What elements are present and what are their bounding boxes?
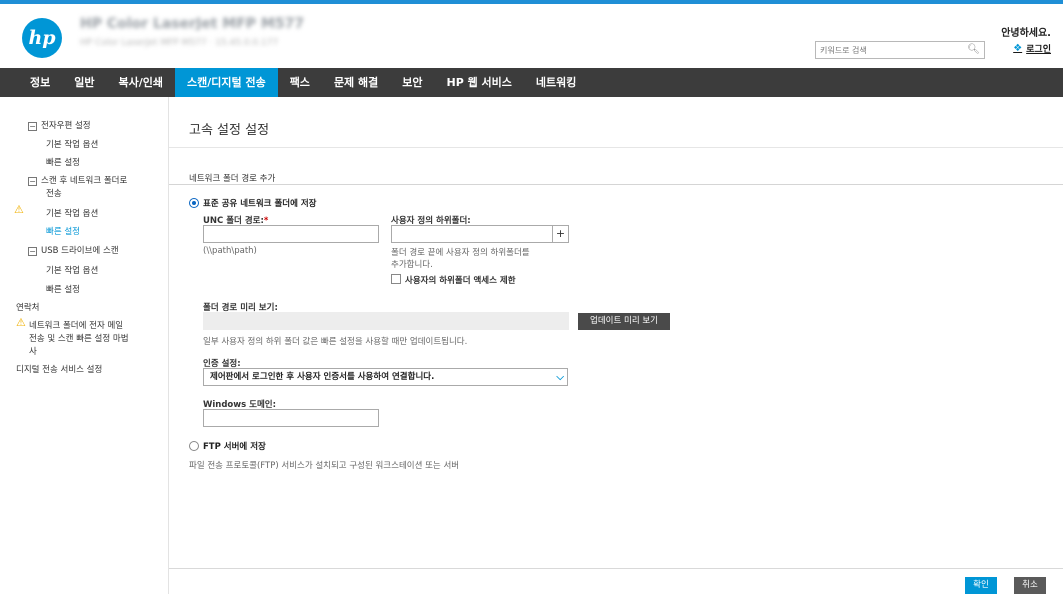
warning-icon: ⚠ (14, 203, 24, 216)
sidebar: − 전자우편 설정 기본 작업 옵션 빠른 설정 − 스캔 후 네트워크 폴더로 전… (0, 97, 165, 594)
section-divider (169, 184, 1063, 185)
collapse-icon[interactable]: − (28, 177, 37, 186)
nav-security[interactable]: 보안 (390, 68, 434, 97)
custom-subfolder-hint-2: 추가합니다. (391, 260, 433, 270)
collapse-icon[interactable]: − (28, 122, 37, 131)
login-icon: ❖ (1013, 43, 1023, 54)
warning-icon: ⚠ (16, 316, 26, 329)
nav-networking[interactable]: 네트워킹 (524, 68, 588, 97)
header: hp HP Color LaserJet MFP M577 HP Color L… (0, 4, 1063, 68)
sidebar-item-wizard-line3: 사 (29, 347, 37, 357)
section-header: 네트워크 폴더 경로 추가 (189, 174, 276, 184)
main-panel: 고속 설정 설정 네트워크 폴더 경로 추가 표준 공유 네트워크 폴더에 저장… (169, 97, 1063, 594)
footer-divider (169, 568, 1063, 569)
sidebar-item-digital-sending-service[interactable]: 디지털 전송 서비스 설정 (16, 363, 102, 375)
sidebar-item-usb-default-options[interactable]: 기본 작업 옵션 (46, 264, 98, 276)
sidebar-item-email-default-options[interactable]: 기본 작업 옵션 (46, 138, 98, 150)
sidebar-item-folder-quick-sets[interactable]: 빠른 설정 (46, 225, 80, 237)
auth-settings-value: 제어판에서 로그인한 후 사용자 인증서를 사용하여 연결합니다. (210, 372, 435, 382)
cancel-button[interactable]: 취소 (1014, 577, 1046, 594)
hp-logo[interactable]: hp (22, 18, 62, 58)
sidebar-item-scan-to-network-folder[interactable]: − 스캔 후 네트워크 폴더로 (28, 174, 127, 186)
login-label: 로그인 (1026, 45, 1051, 55)
restrict-subfolder-checkbox[interactable] (391, 274, 401, 284)
sidebar-item-wizard-line2: 전송 및 스캔 빠른 설정 마법 (29, 334, 129, 344)
sidebar-item-label: USB 드라이브에 스캔 (41, 246, 119, 256)
preview-note: 일부 사용자 정의 하위 폴더 값은 빠른 설정을 사용할 때만 업데이트됩니다… (203, 337, 468, 347)
nav-hp-web-services[interactable]: HP 웹 서비스 (435, 68, 524, 97)
sidebar-item-folder-default-options[interactable]: 기본 작업 옵션 (46, 207, 98, 219)
sidebar-item-contacts[interactable]: 연락처 (16, 301, 39, 313)
sidebar-item-usb-quick-sets[interactable]: 빠른 설정 (46, 283, 80, 295)
sidebar-item-scan-to-usb[interactable]: − USB 드라이브에 스캔 (28, 244, 119, 256)
collapse-icon[interactable]: − (28, 247, 37, 256)
chevron-down-icon: ⌵ (556, 372, 564, 383)
nav-info[interactable]: 정보 (30, 68, 62, 97)
title-divider (169, 147, 1063, 148)
device-title: HP Color LaserJet MFP M577 (80, 16, 305, 30)
ok-button[interactable]: 확인 (965, 577, 997, 594)
option-standard-label: 표준 공유 네트워크 폴더에 저장 (203, 199, 317, 209)
page-title: 고속 설정 설정 (189, 123, 270, 138)
sidebar-item-wizard[interactable]: 네트워크 폴더에 전자 메일 (29, 319, 123, 331)
update-preview-button[interactable]: 업데이트 미리 보기 (578, 313, 670, 330)
radio-ftp[interactable] (189, 441, 199, 451)
option-ftp-server[interactable]: FTP 서버에 저장 (189, 440, 266, 452)
radio-standard-selected[interactable] (189, 198, 199, 208)
add-subfolder-button[interactable]: + (552, 225, 569, 243)
nav-troubleshooting[interactable]: 문제 해결 (322, 68, 390, 97)
option-ftp-label: FTP 서버에 저장 (203, 442, 266, 452)
auth-settings-select[interactable]: 제어판에서 로그인한 후 사용자 인증서를 사용하여 연결합니다. ⌵ (203, 368, 568, 386)
unc-path-hint: (\\path\path) (203, 246, 257, 256)
sidebar-item-label: 전자우편 설정 (41, 121, 91, 131)
search-input[interactable] (816, 42, 961, 58)
sidebar-item-label: 스캔 후 네트워크 폴더로 (41, 176, 128, 186)
nav-copy-print[interactable]: 복사/인쇄 (107, 68, 176, 97)
login-link[interactable]: ❖ 로그인 (1013, 42, 1051, 55)
search-icon[interactable]: 🔍︎ (967, 44, 980, 55)
unc-path-input[interactable] (203, 225, 379, 243)
main-nav: 정보 일반 복사/인쇄 스캔/디지털 전송 팩스 문제 해결 보안 HP 웹 서… (0, 68, 1063, 97)
custom-subfolder-hint-1: 폴더 경로 끝에 사용자 정의 하위폴더를 (391, 248, 530, 258)
folder-preview-field (203, 312, 569, 330)
sidebar-item-email-quick-sets[interactable]: 빠른 설정 (46, 156, 80, 168)
device-subtitle: HP Color LaserJet MFP M577 · 15.45.0.0.1… (80, 38, 279, 48)
greeting-text: 안녕하세요. (1001, 28, 1051, 39)
restrict-subfolder-label: 사용자의 하위폴더 액세스 제한 (405, 276, 516, 286)
search-box: 🔍︎ (815, 41, 985, 59)
custom-subfolder-input[interactable] (391, 225, 553, 243)
ftp-description: 파일 전송 프로토콜(FTP) 서비스가 설치되고 구성된 워크스테이션 또는 … (189, 461, 460, 471)
sidebar-item-email-setup[interactable]: − 전자우편 설정 (28, 119, 91, 131)
sidebar-item-label-cont: 전송 (46, 189, 62, 199)
nav-fax[interactable]: 팩스 (278, 68, 322, 97)
nav-scan-digital-send[interactable]: 스캔/디지털 전송 (175, 68, 278, 97)
option-standard-folder[interactable]: 표준 공유 네트워크 폴더에 저장 (189, 197, 317, 209)
nav-general[interactable]: 일반 (62, 68, 106, 97)
windows-domain-input[interactable] (203, 409, 379, 427)
